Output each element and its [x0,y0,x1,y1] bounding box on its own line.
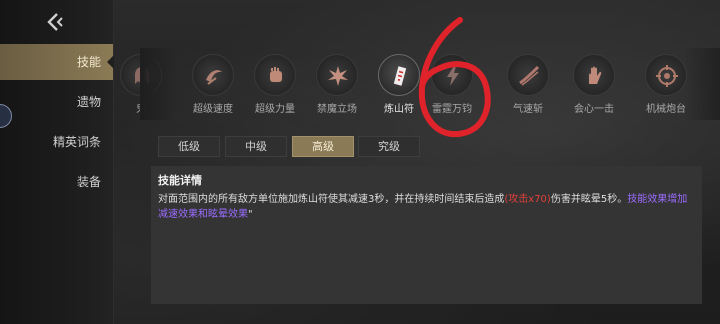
skill-label: 会心一击 [574,104,614,115]
detail-text-end: " [248,209,253,220]
palm-icon [573,54,615,96]
back-button[interactable] [43,10,67,34]
detail-description: 对面范围内的所有敌方单位施加炼山符使其减速3秒，并在持续时间结束后造成(攻击x7… [158,192,695,222]
thunder-icon [431,54,473,96]
back-arrow-icon [47,13,63,31]
skill-label: 气速斩 [513,104,543,115]
detail-damage-value: (攻击x70) [504,194,551,205]
sidebar-item-equipment[interactable]: 装备 [0,164,113,200]
sidebar-item-skills[interactable]: 技能 [0,44,114,80]
sidebar-item-elite-affixes[interactable]: 精英词条 [0,124,113,160]
skill-critical-strike[interactable]: 会心一击 [558,52,630,118]
tab-ultimate[interactable]: 究级 [358,136,420,157]
slash-icon [507,54,549,96]
crosshair-icon [645,54,687,96]
tab-basic[interactable]: 低级 [158,136,220,157]
detail-text-effect: 伤害并眩晕5秒。 [550,194,628,205]
tab-advanced[interactable]: 高级 [292,136,354,157]
talisman-icon [378,54,420,96]
sidebar: 技能 遗物 精英词条 装备 [0,0,114,324]
detail-text-main: 对面范围内的所有敌方单位施加炼山符使其减速3秒，并在持续时间结束后造成 [158,194,505,205]
skill-qi-slash[interactable]: 气速斩 [492,52,564,118]
skill-label: 雷霆万钧 [432,104,472,115]
scroll-fade-left [140,48,176,120]
detail-title: 技能详情 [158,174,202,187]
fist-icon [254,54,296,96]
burst-icon [316,54,358,96]
skill-list: 鬼 超级速度 超级力量 禁魔立场 炼山符 雷霆万钧 气速斩 [120,52,720,118]
scroll-fade-right [684,48,720,120]
speed-icon [192,54,234,96]
skill-thunder[interactable]: 雷霆万钧 [416,52,488,118]
tab-intermediate[interactable]: 中级 [225,136,287,157]
sidebar-item-relics[interactable]: 遗物 [0,84,113,120]
skill-detail-panel: 技能详情 对面范围内的所有敌方单位施加炼山符使其减速3秒，并在持续时间结束后造成… [151,166,702,304]
